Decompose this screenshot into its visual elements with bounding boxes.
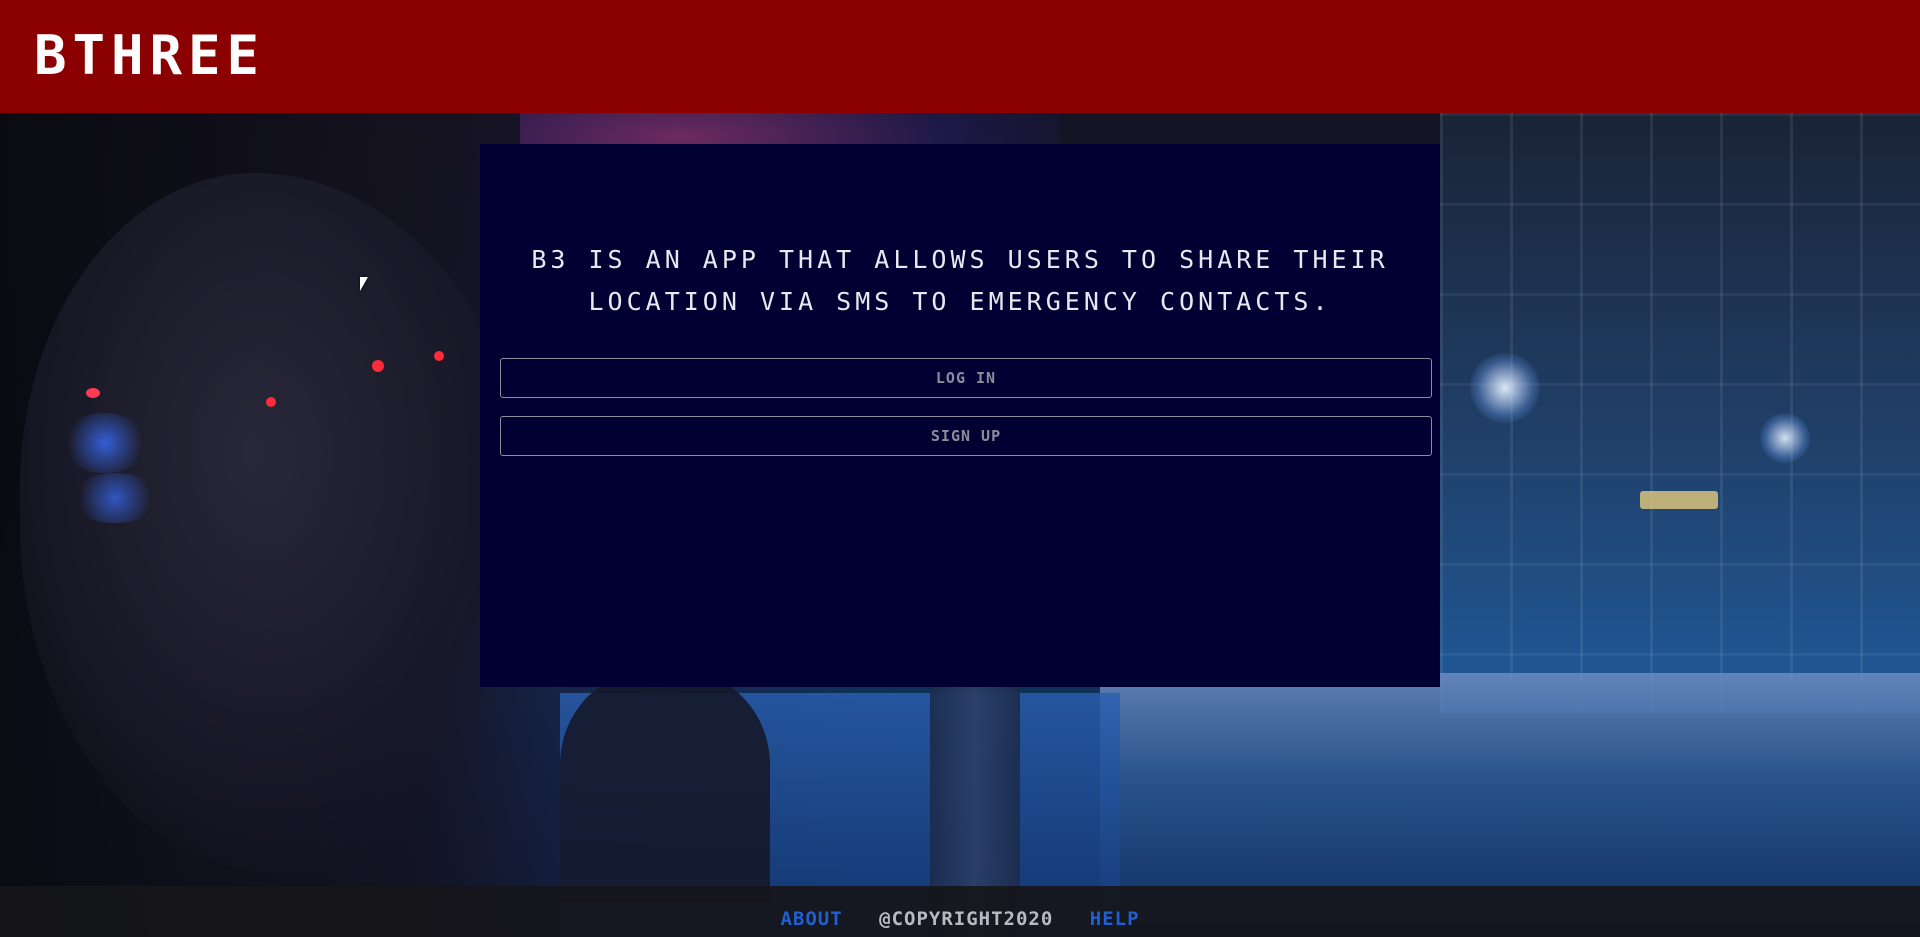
page-footer: ABOUT @COPYRIGHT2020 HELP: [0, 886, 1920, 937]
help-link[interactable]: HELP: [1090, 908, 1140, 930]
top-header: BTHREE: [0, 0, 1920, 113]
intro-card: B3 IS AN APP THAT ALLOWS USERS TO SHARE …: [480, 144, 1440, 687]
login-button[interactable]: LOG IN: [500, 358, 1432, 398]
mouse-cursor-icon: [360, 277, 368, 291]
about-link[interactable]: ABOUT: [780, 908, 842, 930]
app-logo[interactable]: BTHREE: [34, 26, 265, 86]
footer-links: ABOUT @COPYRIGHT2020 HELP: [0, 908, 1920, 930]
signup-button[interactable]: SIGN UP: [500, 416, 1432, 456]
app-tagline: B3 IS AN APP THAT ALLOWS USERS TO SHARE …: [531, 245, 1389, 316]
copyright-text: @COPYRIGHT2020: [879, 908, 1054, 930]
